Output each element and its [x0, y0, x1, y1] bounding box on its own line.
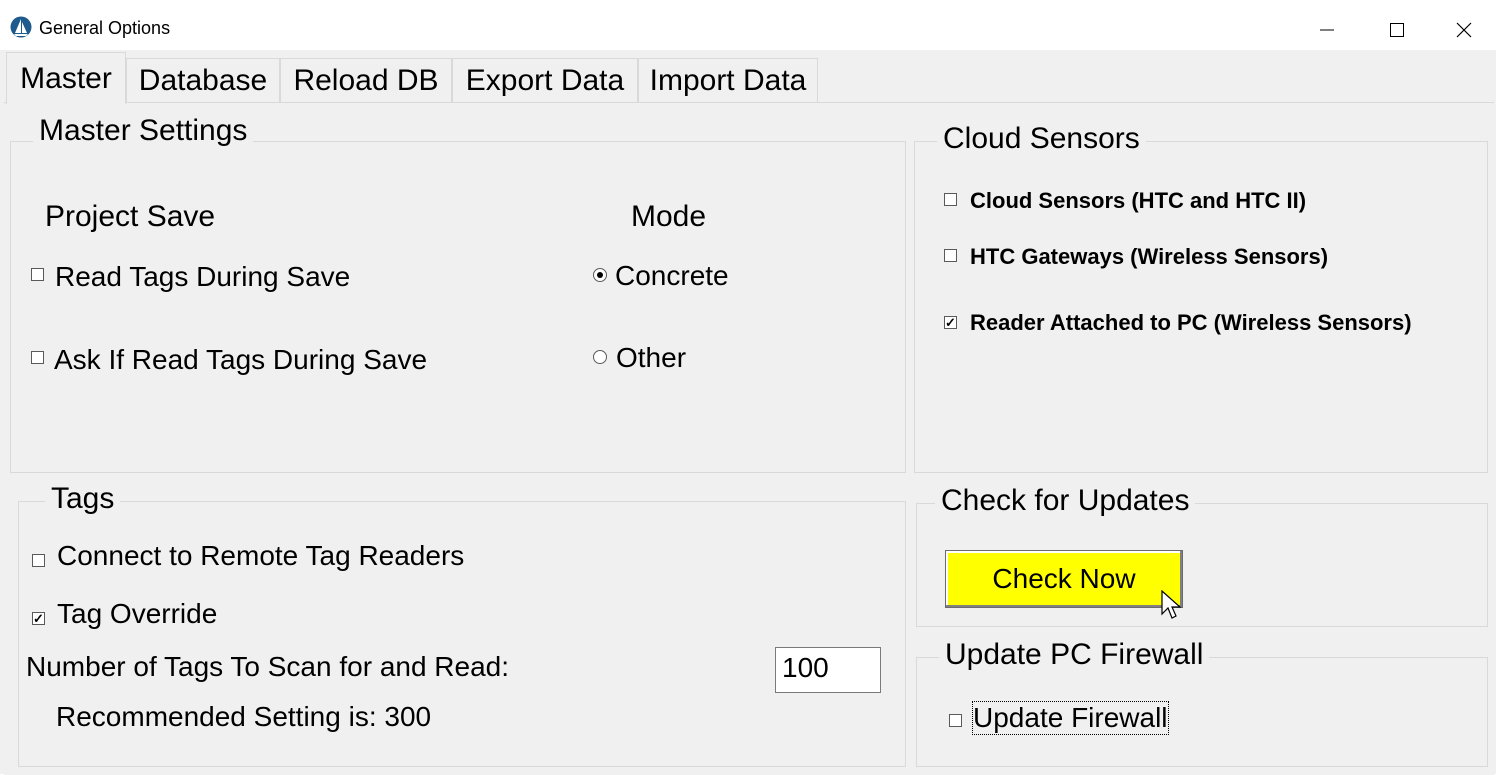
reader-attached-label[interactable]: Reader Attached to PC (Wireless Sensors)	[970, 310, 1412, 336]
htc-gateways-checkbox[interactable]	[944, 249, 957, 262]
mode-other-radio[interactable]	[593, 350, 607, 364]
tab-page-master: Master Settings Project Save Mode Read T…	[4, 102, 1494, 775]
read-tags-checkbox[interactable]	[31, 268, 44, 281]
num-tags-label: Number of Tags To Scan for and Read:	[26, 651, 510, 682]
check-now-label: Check Now	[992, 563, 1136, 594]
mode-concrete-radio[interactable]	[593, 268, 607, 282]
tab-label: Database	[138, 64, 268, 97]
tag-override-checkbox[interactable]	[32, 612, 45, 625]
app-logo-icon	[10, 16, 32, 38]
ask-read-tags-checkbox[interactable]	[31, 351, 44, 364]
firewall-group: Update PC Firewall Update Firewall	[916, 638, 1488, 767]
title-bar: General Options	[0, 4, 1496, 50]
tags-group: Tags Connect to Remote Tag Readers Tag O…	[18, 482, 906, 767]
tab-label: Reload DB	[293, 64, 439, 97]
master-settings-legend: Master Settings	[33, 114, 254, 148]
cloud-sensors-group: Cloud Sensors Cloud Sensors (HTC and HTC…	[914, 122, 1488, 473]
check-updates-legend: Check for Updates	[935, 484, 1196, 518]
tag-override-label[interactable]: Tag Override	[57, 598, 217, 630]
minimize-icon	[1320, 29, 1334, 31]
mode-other-label[interactable]: Other	[616, 342, 686, 374]
read-tags-label[interactable]: Read Tags During Save	[55, 261, 350, 293]
close-button[interactable]	[1432, 8, 1496, 52]
master-settings-group: Master Settings Project Save Mode Read T…	[10, 114, 906, 473]
tab-reload-db[interactable]: Reload DB	[280, 58, 452, 103]
cloud-sensors-htc-checkbox[interactable]	[944, 193, 957, 206]
tab-export-data[interactable]: Export Data	[452, 58, 638, 103]
ask-read-tags-label[interactable]: Ask If Read Tags During Save	[54, 344, 427, 376]
cloud-sensors-htc-label[interactable]: Cloud Sensors (HTC and HTC II)	[970, 188, 1306, 214]
tags-legend: Tags	[45, 482, 121, 516]
maximize-icon	[1390, 23, 1404, 37]
connect-remote-checkbox[interactable]	[32, 554, 45, 567]
tab-label: Export Data	[465, 64, 625, 97]
update-firewall-label[interactable]: Update Firewall	[972, 701, 1169, 735]
tab-import-data[interactable]: Import Data	[638, 58, 818, 103]
update-firewall-checkbox[interactable]	[949, 714, 962, 727]
window-title: General Options	[39, 18, 171, 38]
tab-label: Import Data	[649, 64, 807, 97]
tab-master[interactable]: Master	[6, 52, 126, 104]
recommended-setting-text: Recommended Setting is: 300	[56, 701, 432, 732]
tab-database[interactable]: Database	[126, 58, 280, 103]
check-now-button[interactable]: Check Now	[945, 550, 1183, 608]
dialog-body: Master Database Reload DB Export Data Im…	[0, 50, 1496, 775]
htc-gateways-label[interactable]: HTC Gateways (Wireless Sensors)	[970, 244, 1328, 270]
check-updates-group: Check for Updates Check Now	[916, 484, 1488, 627]
mode-heading: Mode	[631, 200, 707, 233]
firewall-legend: Update PC Firewall	[939, 638, 1210, 672]
mode-concrete-label[interactable]: Concrete	[615, 260, 729, 292]
cloud-sensors-legend: Cloud Sensors	[937, 122, 1146, 156]
minimize-button[interactable]	[1292, 8, 1362, 52]
reader-attached-checkbox[interactable]	[944, 316, 957, 329]
maximize-button[interactable]	[1362, 8, 1432, 52]
connect-remote-label[interactable]: Connect to Remote Tag Readers	[57, 540, 464, 572]
project-save-heading: Project Save	[45, 200, 216, 233]
tab-label: Master	[20, 61, 112, 95]
num-tags-input[interactable]: 100	[775, 647, 881, 693]
mouse-cursor-icon	[1161, 590, 1182, 619]
close-icon	[1456, 22, 1472, 38]
